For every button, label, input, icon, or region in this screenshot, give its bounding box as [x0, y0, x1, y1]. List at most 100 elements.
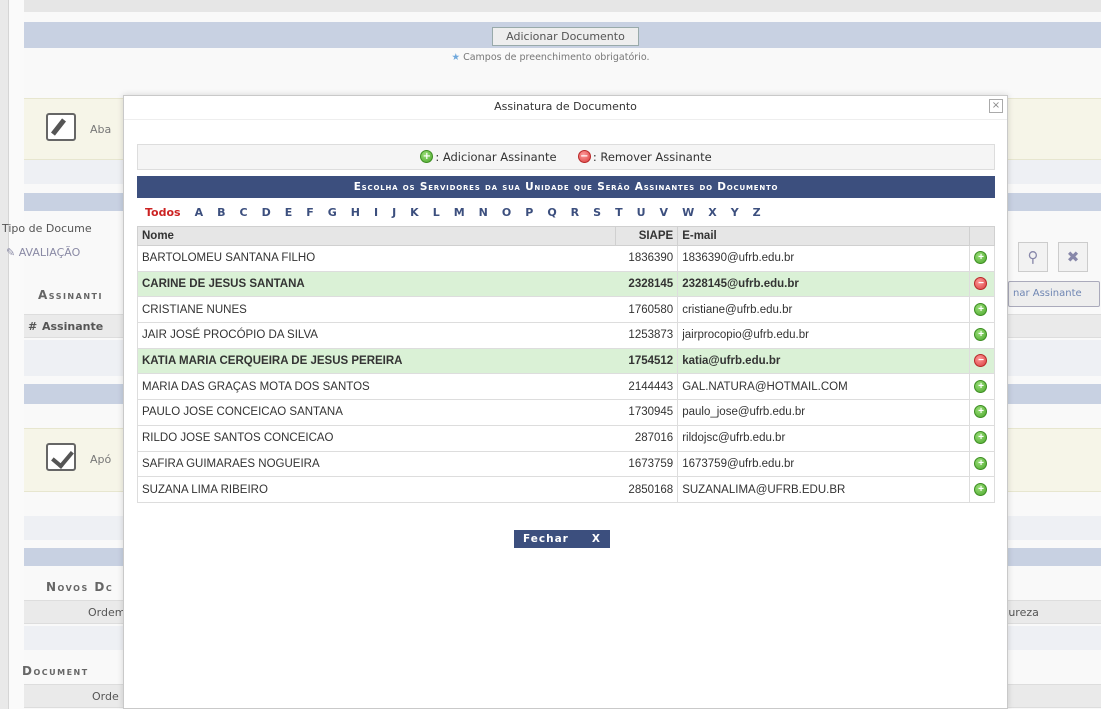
- cell-email: paulo_jose@ufrb.edu.br: [677, 399, 970, 426]
- cell-siape: 1673759: [615, 450, 679, 478]
- table-row: SUZANA LIMA RIBEIRO 2850168 SUZANALIMA@UFR…: [136, 476, 996, 503]
- cell-action: [969, 322, 996, 349]
- add-document-button[interactable]: Adicionar Documento: [492, 27, 639, 46]
- alphabet-y[interactable]: Y: [731, 202, 739, 224]
- cell-email: GAL.NATURA@HOTMAIL.COM: [677, 373, 970, 401]
- add-assinante-icon[interactable]: [974, 302, 988, 316]
- fechar-button[interactable]: Fechar X: [514, 530, 610, 548]
- remove-assinante-icon[interactable]: [974, 354, 988, 368]
- add-assinante-icon[interactable]: [974, 379, 988, 393]
- modal-title: Assinatura de Documento: [124, 96, 1007, 120]
- alphabet-k[interactable]: K: [410, 202, 419, 224]
- search-icon[interactable]: ⚲: [1018, 242, 1048, 272]
- add-assinante-icon[interactable]: [974, 251, 988, 265]
- check-icon: [46, 443, 76, 471]
- servers-table: Nome SIAPE E-mail BARTOLOMEU SANTANA FIL…: [136, 226, 996, 503]
- close-icon[interactable]: ×: [989, 99, 1003, 113]
- table-header-row: Nome SIAPE E-mail: [136, 226, 996, 246]
- table-row: CRISTIANE NUNES 1760580 cristiane@ufrb.edu…: [136, 296, 996, 324]
- cell-action: [969, 347, 996, 375]
- selection-header: Escolha os Servidores da sua Unidade que…: [137, 176, 995, 198]
- alphabet-h[interactable]: H: [351, 202, 360, 224]
- required-note-text: Campos de preenchimento obrigatório.: [463, 52, 650, 63]
- novos-docs-col-ordem: Ordem: [88, 606, 126, 619]
- cell-nome: MARIA DAS GRAÇAS MOTA DOS SANTOS: [136, 373, 616, 401]
- alphabet-j[interactable]: J: [392, 202, 396, 224]
- table-row: KATIA MARIA CERQUEIRA DE JESUS PEREIRA 17…: [136, 347, 996, 375]
- add-assinante-icon[interactable]: [974, 405, 988, 419]
- cell-action: [969, 296, 996, 324]
- alphabet-x[interactable]: X: [708, 202, 716, 224]
- grid-col-hash: #: [28, 320, 38, 333]
- table-row: JAIR JOSÉ PROCÓPIO DA SILVA 1253873 jairpr…: [136, 322, 996, 349]
- cell-action: [969, 424, 996, 452]
- table-row: SAFIRA GUIMARAES NOGUEIRA 1673759 1673759@…: [136, 450, 996, 478]
- alphabet-o[interactable]: O: [502, 202, 511, 224]
- alphabet-p[interactable]: P: [525, 202, 533, 224]
- alphabet-todos[interactable]: Todos: [145, 202, 181, 224]
- legend-add-text: : Adicionar Assinante: [435, 150, 557, 164]
- alphabet-c[interactable]: C: [239, 202, 247, 224]
- novos-docs-title: Novos Dc: [46, 580, 114, 594]
- cell-email: 1836390@ufrb.edu.br: [677, 245, 970, 272]
- alphabet-u[interactable]: U: [637, 202, 646, 224]
- cell-siape: 1754512: [615, 347, 679, 375]
- alphabet-g[interactable]: G: [328, 202, 337, 224]
- alphabet-v[interactable]: V: [660, 202, 669, 224]
- tip2-text: Apó: [90, 453, 112, 466]
- tipo-documento-label: Tipo de Docume: [2, 222, 92, 235]
- assinantes-title: Assinanti: [38, 288, 103, 302]
- required-fields-note: ★ Campos de preenchimento obrigatório.: [0, 52, 1101, 63]
- cell-siape: 1730945: [615, 399, 679, 426]
- legend-bar: : Adicionar Assinante : Remover Assinant…: [137, 144, 995, 170]
- clear-icon[interactable]: ✖: [1058, 242, 1088, 272]
- tag-icon: ✎: [6, 246, 16, 259]
- table-row: RILDO JOSE SANTOS CONCEICAO 287016 rildojs…: [136, 424, 996, 452]
- col-email: E-mail: [677, 226, 970, 246]
- alphabet-z[interactable]: Z: [753, 202, 761, 224]
- add-assinante-icon[interactable]: [974, 431, 988, 445]
- table-row: CARINE DE JESUS SANTANA 2328145 2328145@uf…: [136, 270, 996, 298]
- alphabet-t[interactable]: T: [615, 202, 623, 224]
- col-siape: SIAPE: [615, 226, 679, 246]
- adicionar-assinante-button[interactable]: nar Assinante: [1008, 281, 1100, 307]
- cell-siape: 2144443: [615, 373, 679, 401]
- alphabet-i[interactable]: I: [374, 202, 378, 224]
- cell-email: katia@ufrb.edu.br: [677, 347, 970, 375]
- documentos-title: Document: [22, 664, 89, 678]
- cell-nome: RILDO JOSE SANTOS CONCEICAO: [136, 424, 616, 452]
- cell-nome: KATIA MARIA CERQUEIRA DE JESUS PEREIRA: [136, 347, 616, 375]
- cell-action: [969, 373, 996, 401]
- add-assinante-icon[interactable]: [974, 456, 988, 470]
- fechar-x: X: [591, 533, 601, 545]
- cell-nome: BARTOLOMEU SANTANA FILHO: [136, 245, 616, 272]
- alphabet-a[interactable]: A: [195, 202, 204, 224]
- table-row: PAULO JOSE CONCEICAO SANTANA 1730945 paulo…: [136, 399, 996, 426]
- cell-nome: SAFIRA GUIMARAES NOGUEIRA: [136, 450, 616, 478]
- alphabet-b[interactable]: B: [217, 202, 225, 224]
- table-row: BARTOLOMEU SANTANA FILHO 1836390 1836390@u…: [136, 245, 996, 272]
- col-action: [968, 226, 996, 246]
- alphabet-l[interactable]: L: [433, 202, 440, 224]
- alphabet-r[interactable]: R: [571, 202, 579, 224]
- alphabet-w[interactable]: W: [682, 202, 694, 224]
- alphabet-filter: Todos A B C D E F G H I J K L M N O P Q R S T U V W X Y Z: [137, 202, 995, 224]
- alphabet-s[interactable]: S: [593, 202, 601, 224]
- cell-email: 1673759@ufrb.edu.br: [677, 450, 970, 478]
- novos-docs-col-natureza: tureza: [1004, 606, 1039, 619]
- assinatura-modal: Assinatura de Documento × : Adicionar As…: [123, 95, 1008, 709]
- add-assinante-icon[interactable]: [974, 482, 988, 496]
- alphabet-d[interactable]: D: [262, 202, 271, 224]
- alphabet-f[interactable]: F: [306, 202, 314, 224]
- add-assinante-icon[interactable]: [974, 328, 988, 342]
- alphabet-q[interactable]: Q: [547, 202, 556, 224]
- add-circle-icon: [420, 150, 434, 163]
- remove-assinante-icon[interactable]: [974, 277, 988, 291]
- cell-email: rildojsc@ufrb.edu.br: [677, 424, 970, 452]
- col-nome: Nome: [136, 226, 617, 246]
- alphabet-e[interactable]: E: [285, 202, 293, 224]
- cell-action: [969, 399, 996, 426]
- alphabet-m[interactable]: M: [454, 202, 465, 224]
- alphabet-n[interactable]: N: [479, 202, 488, 224]
- edit-icon: [46, 113, 76, 141]
